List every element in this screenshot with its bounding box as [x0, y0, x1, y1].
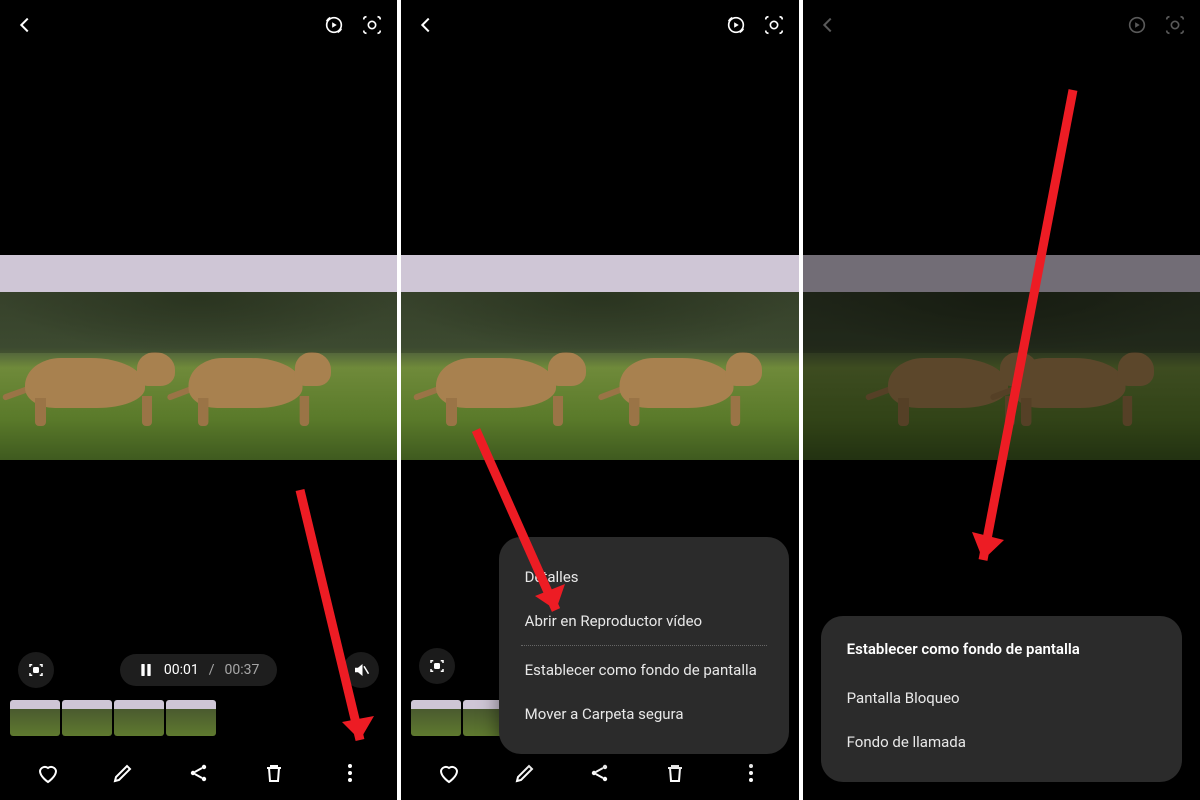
screenshot-step-3: Establecer como fondo de pantalla Pantal…: [803, 0, 1200, 800]
pause-icon[interactable]: [138, 662, 154, 678]
thumbnail[interactable]: [411, 700, 461, 736]
video-frame[interactable]: [401, 255, 798, 460]
favorite-icon[interactable]: [36, 761, 60, 785]
thumbnail[interactable]: [166, 700, 216, 736]
top-bar: [0, 0, 397, 50]
thumbnail[interactable]: [62, 700, 112, 736]
bixby-vision-icon[interactable]: [361, 14, 383, 36]
delete-icon[interactable]: [663, 761, 687, 785]
back-icon: [817, 14, 839, 36]
bottom-action-bar: [401, 746, 798, 800]
option-call-background[interactable]: Fondo de llamada: [843, 720, 1160, 764]
more-options-menu: Detalles Abrir en Reproductor vídeo Esta…: [499, 537, 789, 754]
bottom-action-bar: [0, 746, 397, 800]
current-time: 00:01: [164, 662, 199, 678]
share-icon[interactable]: [588, 761, 612, 785]
more-icon[interactable]: [739, 761, 763, 785]
capture-frame-icon[interactable]: [419, 648, 455, 684]
thumbnail-strip[interactable]: [0, 700, 397, 740]
back-icon[interactable]: [415, 14, 437, 36]
top-bar: [401, 0, 798, 50]
remaster-icon[interactable]: [323, 14, 345, 36]
option-lock-screen[interactable]: Pantalla Bloqueo: [843, 676, 1160, 720]
top-bar: [803, 0, 1200, 50]
time-separator: /: [209, 662, 215, 678]
menu-item-set-wallpaper[interactable]: Establecer como fondo de pantalla: [521, 648, 767, 692]
more-icon[interactable]: [338, 761, 362, 785]
playback-controls[interactable]: 00:01 / 00:37: [120, 654, 278, 686]
back-icon[interactable]: [14, 14, 36, 36]
playback-bar: 00:01 / 00:37: [0, 652, 397, 688]
edit-icon[interactable]: [513, 761, 537, 785]
wallpaper-dialog: Establecer como fondo de pantalla Pantal…: [821, 616, 1182, 782]
video-frame: [803, 255, 1200, 460]
capture-frame-icon[interactable]: [18, 652, 54, 688]
total-time: 00:37: [225, 662, 260, 678]
dialog-title: Establecer como fondo de pantalla: [843, 634, 1160, 676]
favorite-icon[interactable]: [437, 761, 461, 785]
menu-item-details[interactable]: Detalles: [521, 555, 767, 599]
bixby-vision-icon: [1164, 14, 1186, 36]
screenshot-step-1: 00:01 / 00:37: [0, 0, 397, 800]
remaster-icon: [1126, 14, 1148, 36]
bixby-vision-icon[interactable]: [763, 14, 785, 36]
video-frame[interactable]: [0, 255, 397, 460]
thumbnail[interactable]: [114, 700, 164, 736]
menu-divider: [521, 645, 767, 646]
screenshot-step-2: Detalles Abrir en Reproductor vídeo Esta…: [401, 0, 798, 800]
edit-icon[interactable]: [111, 761, 135, 785]
menu-item-move-secure[interactable]: Mover a Carpeta segura: [521, 692, 767, 736]
delete-icon[interactable]: [262, 761, 286, 785]
menu-item-open-player[interactable]: Abrir en Reproductor vídeo: [521, 599, 767, 643]
share-icon[interactable]: [187, 761, 211, 785]
remaster-icon[interactable]: [725, 14, 747, 36]
thumbnail[interactable]: [10, 700, 60, 736]
mute-icon[interactable]: [343, 652, 379, 688]
